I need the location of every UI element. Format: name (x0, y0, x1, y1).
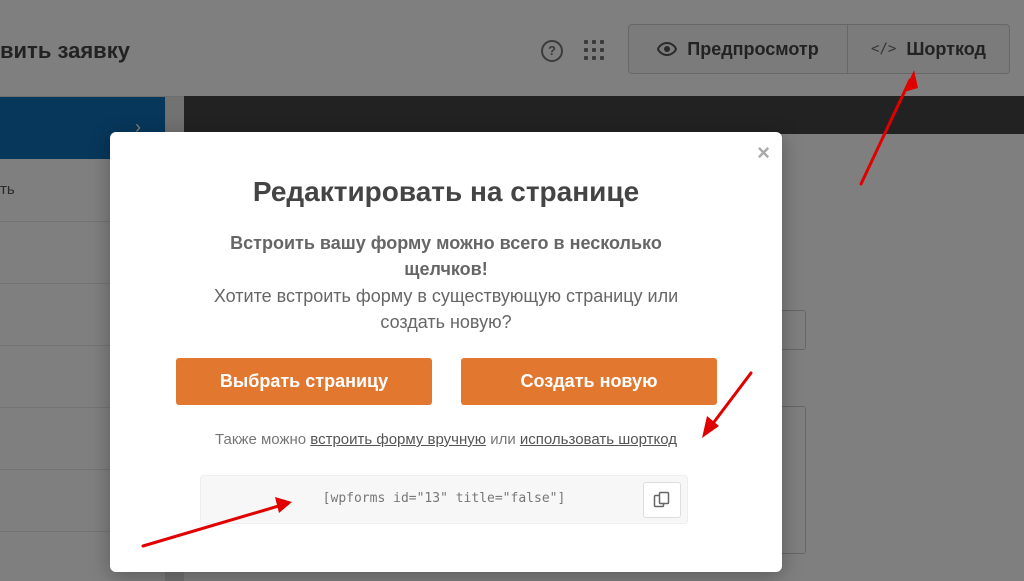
shortcode-field[interactable]: [wpforms id="13" title="false"] (200, 475, 688, 524)
modal-subtitle: Встроить вашу форму можно всего в нескол… (230, 233, 662, 279)
embed-manually-link[interactable]: встроить форму вручную (310, 431, 486, 448)
copy-icon (653, 491, 670, 508)
copy-shortcode-button[interactable] (643, 482, 681, 518)
modal-description: Хотите встроить форму в существующую стр… (213, 286, 679, 332)
embed-options-text: Также можно встроить форму вручную или и… (110, 431, 782, 448)
shortcode-value[interactable]: [wpforms id="13" title="false"] (201, 491, 687, 506)
close-icon[interactable]: × (757, 142, 770, 164)
create-new-button[interactable]: Создать новую (461, 358, 717, 405)
use-shortcode-link[interactable]: использовать шорткод (520, 431, 677, 448)
links-or: или (490, 431, 516, 448)
embed-modal: × Редактировать на странице Встроить ваш… (110, 132, 782, 572)
choose-page-button[interactable]: Выбрать страницу (176, 358, 432, 405)
links-prefix: Также можно (215, 431, 307, 448)
modal-title: Редактировать на странице (252, 176, 640, 207)
